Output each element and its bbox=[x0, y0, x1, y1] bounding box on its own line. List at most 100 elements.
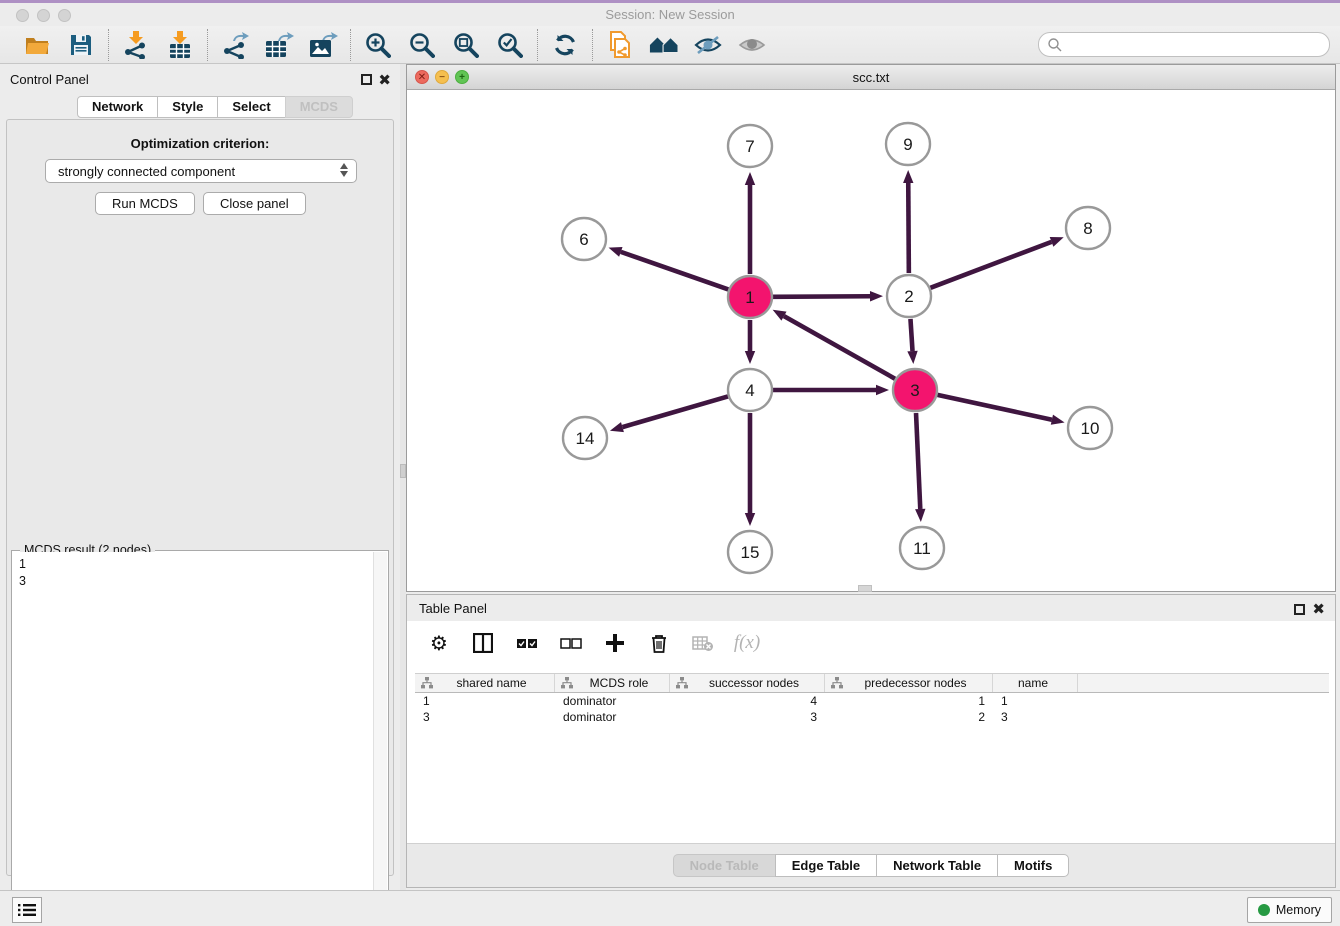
zoom-selected-icon[interactable] bbox=[495, 30, 525, 60]
graph-edge-2-3[interactable] bbox=[910, 319, 912, 351]
table-cell[interactable]: 1 bbox=[993, 693, 1078, 709]
edge-arrowhead bbox=[915, 509, 925, 522]
tab-network[interactable]: Network bbox=[77, 96, 158, 118]
network-canvas[interactable]: 7968124314101511 bbox=[407, 90, 1335, 591]
minimize-window-button[interactable] bbox=[37, 9, 50, 22]
edge-arrowhead bbox=[745, 172, 755, 185]
close-network-icon[interactable]: ✕ bbox=[415, 70, 429, 84]
search-input[interactable] bbox=[1038, 32, 1330, 57]
table-cell[interactable]: dominator bbox=[555, 709, 670, 725]
select-all-icon[interactable] bbox=[515, 631, 539, 655]
graph-edge-2-9[interactable] bbox=[908, 183, 909, 273]
tab-motifs[interactable]: Motifs bbox=[997, 854, 1069, 877]
zoom-window-button[interactable] bbox=[58, 9, 71, 22]
column-header-predecessor-nodes[interactable]: predecessor nodes bbox=[825, 674, 993, 692]
table-cell[interactable]: 3 bbox=[415, 709, 555, 725]
graph-edge-1-6[interactable] bbox=[621, 252, 728, 290]
window-title: Session: New Session bbox=[0, 3, 1340, 26]
save-icon[interactable] bbox=[66, 30, 96, 60]
table-panel: Table Panel ✖ ⚙ f(x) shared name bbox=[406, 594, 1336, 888]
memory-button[interactable]: Memory bbox=[1247, 897, 1332, 923]
table-row[interactable]: 3dominator323 bbox=[415, 709, 1329, 725]
column-type-icon bbox=[831, 677, 843, 689]
graph-node-label: 10 bbox=[1081, 419, 1100, 438]
home-icon[interactable] bbox=[649, 30, 679, 60]
close-table-panel-icon[interactable]: ✖ bbox=[1312, 601, 1325, 619]
add-row-icon[interactable] bbox=[603, 631, 627, 655]
edge-arrowhead bbox=[907, 351, 917, 364]
hide-selected-eye-icon[interactable] bbox=[693, 30, 723, 60]
edge-arrowhead bbox=[876, 385, 889, 395]
tab-edge-table[interactable]: Edge Table bbox=[775, 854, 877, 877]
graph-edge-2-8[interactable] bbox=[931, 242, 1052, 288]
import-table-icon[interactable] bbox=[165, 30, 195, 60]
show-column-icon[interactable] bbox=[471, 631, 495, 655]
network-graph: 7968124314101511 bbox=[407, 90, 1335, 591]
close-panel-icon[interactable]: ✖ bbox=[378, 72, 391, 90]
table-cell[interactable]: 3 bbox=[670, 709, 825, 725]
open-folder-icon[interactable] bbox=[22, 30, 52, 60]
graph-edge-4-14[interactable] bbox=[622, 396, 727, 427]
float-panel-icon[interactable] bbox=[361, 72, 372, 90]
tab-node-table[interactable]: Node Table bbox=[673, 854, 776, 877]
column-header-name[interactable]: name bbox=[993, 674, 1078, 692]
graph-node-label: 11 bbox=[913, 539, 931, 558]
copy-network-icon[interactable] bbox=[605, 30, 635, 60]
table-cell[interactable]: 2 bbox=[825, 709, 993, 725]
delete-row-icon[interactable] bbox=[647, 631, 671, 655]
run-mcds-button[interactable]: Run MCDS bbox=[95, 192, 195, 215]
maximize-network-icon[interactable]: + bbox=[455, 70, 469, 84]
table-cell[interactable]: 1 bbox=[825, 693, 993, 709]
float-table-panel-icon[interactable] bbox=[1294, 602, 1305, 620]
graph-node-label: 7 bbox=[745, 137, 754, 156]
export-network-icon[interactable] bbox=[220, 30, 250, 60]
destroy-table-icon[interactable] bbox=[691, 631, 715, 655]
table-cell[interactable]: 3 bbox=[993, 709, 1078, 725]
tab-style[interactable]: Style bbox=[157, 96, 218, 118]
export-table-icon[interactable] bbox=[264, 30, 294, 60]
mcds-result-scrollbar[interactable] bbox=[373, 552, 387, 920]
import-network-icon[interactable] bbox=[121, 30, 151, 60]
deselect-all-icon[interactable] bbox=[559, 631, 583, 655]
tab-select[interactable]: Select bbox=[217, 96, 285, 118]
table-row[interactable]: 1dominator411 bbox=[415, 693, 1329, 709]
tab-network-table[interactable]: Network Table bbox=[876, 854, 998, 877]
column-type-icon bbox=[561, 677, 573, 689]
close-panel-button[interactable]: Close panel bbox=[203, 192, 306, 215]
zoom-in-icon[interactable] bbox=[363, 30, 393, 60]
window-controls bbox=[16, 9, 71, 22]
horizontal-splitter-grip[interactable] bbox=[858, 585, 872, 592]
table-cell[interactable]: 1 bbox=[415, 693, 555, 709]
control-panel: Control Panel ✖ Network Style Select MCD… bbox=[0, 64, 400, 890]
graph-edge-3-10[interactable] bbox=[937, 395, 1051, 420]
graph-edge-3-11[interactable] bbox=[916, 413, 920, 509]
task-history-button[interactable] bbox=[12, 897, 42, 923]
control-panel-title: Control Panel bbox=[10, 72, 89, 87]
export-image-icon[interactable] bbox=[308, 30, 338, 60]
zoom-fit-icon[interactable] bbox=[451, 30, 481, 60]
column-header-mcds-role[interactable]: MCDS role bbox=[555, 674, 670, 692]
criterion-dropdown[interactable]: strongly connected component bbox=[45, 159, 357, 183]
graph-node-label: 8 bbox=[1083, 219, 1092, 238]
table-body: 1dominator4113dominator323 bbox=[415, 693, 1329, 725]
list-icon bbox=[18, 903, 36, 917]
function-builder-icon[interactable]: f(x) bbox=[735, 631, 759, 655]
table-header-row: shared name MCDS role successor nodes pr… bbox=[415, 673, 1329, 693]
edge-arrowhead bbox=[870, 291, 883, 301]
mcds-result-text[interactable]: 1 3 bbox=[13, 552, 373, 920]
table-cell[interactable]: 4 bbox=[670, 693, 825, 709]
column-header-shared-name[interactable]: shared name bbox=[415, 674, 555, 692]
settings-gear-icon[interactable]: ⚙ bbox=[427, 631, 451, 655]
table-cell[interactable]: dominator bbox=[555, 693, 670, 709]
close-window-button[interactable] bbox=[16, 9, 29, 22]
zoom-out-icon[interactable] bbox=[407, 30, 437, 60]
refresh-icon[interactable] bbox=[550, 30, 580, 60]
graph-edge-3-1[interactable] bbox=[784, 316, 895, 379]
show-all-eye-icon[interactable] bbox=[737, 30, 767, 60]
graph-node-label: 6 bbox=[579, 230, 588, 249]
column-header-successor-nodes[interactable]: successor nodes bbox=[670, 674, 825, 692]
minimize-network-icon[interactable]: − bbox=[435, 70, 449, 84]
graph-edge-1-2[interactable] bbox=[773, 296, 870, 297]
network-window-titlebar[interactable]: ✕ − + scc.txt bbox=[407, 65, 1335, 90]
tab-mcds[interactable]: MCDS bbox=[285, 96, 353, 118]
